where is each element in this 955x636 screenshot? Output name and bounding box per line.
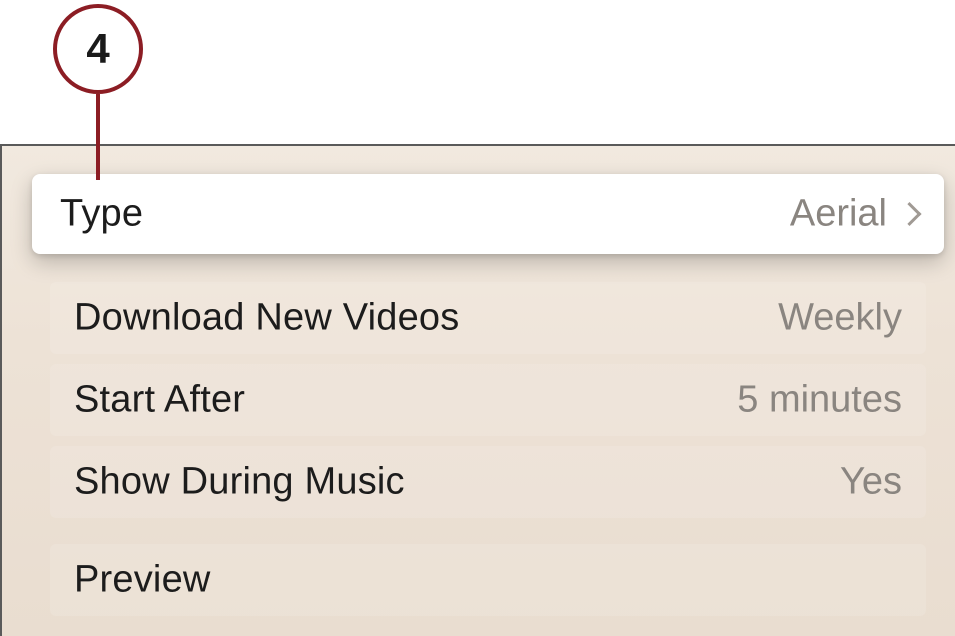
setting-label-preview: Preview [74, 558, 211, 601]
setting-row-preview[interactable]: Preview [50, 544, 926, 616]
chevron-right-icon [897, 201, 922, 227]
setting-label-show-during-music: Show During Music [74, 460, 405, 503]
callout-leader-line [96, 94, 100, 180]
setting-value-start-after: 5 minutes [737, 378, 902, 421]
setting-label-start-after: Start After [74, 378, 246, 421]
setting-label-type: Type [60, 192, 144, 235]
setting-value-download-new-videos: Weekly [778, 296, 902, 339]
setting-row-start-after[interactable]: Start After 5 minutes [50, 364, 926, 436]
callout-badge: 4 [53, 4, 143, 94]
setting-value-type: Aerial [790, 193, 922, 236]
callout-number: 4 [86, 25, 110, 72]
setting-value-show-during-music: Yes [840, 460, 902, 503]
setting-value-type-text: Aerial [789, 192, 887, 235]
setting-row-type[interactable]: Type Aerial [32, 174, 944, 254]
setting-row-show-during-music[interactable]: Show During Music Yes [50, 446, 926, 518]
setting-row-download-new-videos[interactable]: Download New Videos Weekly [50, 282, 926, 354]
settings-panel: Type Aerial Download New Videos Weekly S… [0, 144, 955, 636]
setting-label-download-new-videos: Download New Videos [74, 296, 460, 339]
